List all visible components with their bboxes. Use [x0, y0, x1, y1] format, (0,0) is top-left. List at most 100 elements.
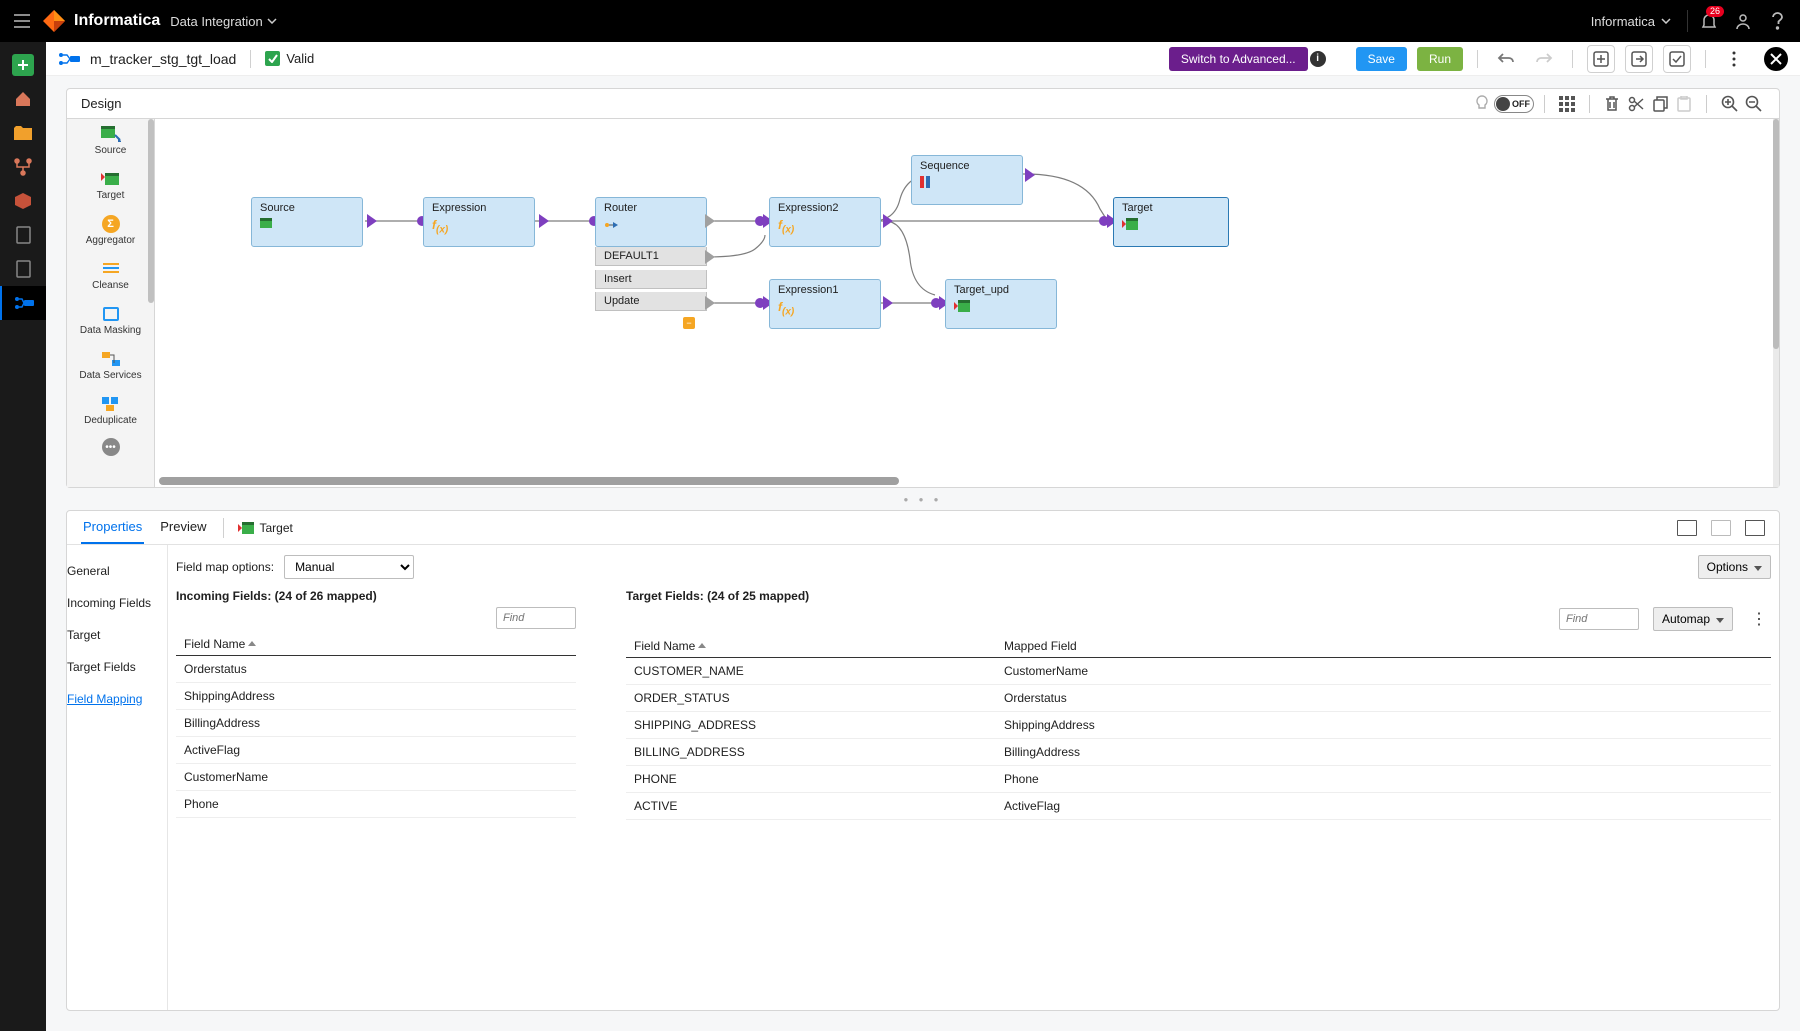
- layout-view-3[interactable]: [1745, 520, 1765, 536]
- redo-button[interactable]: [1530, 45, 1558, 73]
- node-expression1[interactable]: Expression1 f(x): [769, 279, 881, 329]
- node-expression[interactable]: Expression f(x): [423, 197, 535, 247]
- port-out[interactable]: [705, 214, 715, 228]
- side-target[interactable]: Target: [67, 619, 167, 651]
- copy-button[interactable]: [1648, 92, 1672, 116]
- target-row[interactable]: SHIPPING_ADDRESSShippingAddress: [626, 712, 1771, 739]
- pal-dataservices[interactable]: Data Services: [67, 344, 154, 389]
- canvas-vscrollbar[interactable]: [1773, 119, 1779, 349]
- rail-new[interactable]: [0, 48, 46, 82]
- node-sequence[interactable]: Sequence: [911, 155, 1023, 205]
- grid-button[interactable]: [1555, 92, 1579, 116]
- pal-target[interactable]: Target: [67, 164, 154, 209]
- node-source[interactable]: Source: [251, 197, 363, 247]
- rail-jobs-2[interactable]: [0, 252, 46, 286]
- switch-advanced-button[interactable]: Switch to Advanced...: [1169, 47, 1308, 71]
- node-expression2[interactable]: Expression2 f(x): [769, 197, 881, 247]
- router-group-insert[interactable]: Insert: [595, 270, 707, 289]
- automap-button[interactable]: Automap: [1653, 607, 1733, 631]
- pal-datamasking[interactable]: Data Masking: [67, 299, 154, 344]
- layout-view-2[interactable]: [1711, 520, 1731, 536]
- design-canvas[interactable]: Source Expression f(x): [155, 119, 1773, 487]
- router-group-default[interactable]: DEFAULT1: [595, 247, 707, 266]
- toggle-off[interactable]: OFF: [1494, 95, 1534, 113]
- target-row[interactable]: ACTIVEActiveFlag: [626, 793, 1771, 820]
- user-button[interactable]: [1726, 4, 1760, 38]
- hdr-validate[interactable]: [1663, 45, 1691, 73]
- side-general[interactable]: General: [67, 555, 167, 587]
- node-target-upd[interactable]: Target_upd: [945, 279, 1057, 329]
- org-switcher[interactable]: Informatica: [1591, 14, 1671, 29]
- hdr-tool-1[interactable]: [1587, 45, 1615, 73]
- find-incoming[interactable]: [496, 607, 576, 629]
- incoming-row[interactable]: ShippingAddress: [176, 683, 576, 710]
- rail-assets[interactable]: [0, 184, 46, 218]
- more-menu[interactable]: [1720, 45, 1748, 73]
- side-incoming[interactable]: Incoming Fields: [67, 587, 167, 619]
- palette-more[interactable]: •••: [102, 438, 120, 456]
- target-row[interactable]: CUSTOMER_NAMECustomerName: [626, 658, 1771, 685]
- pal-cleanse[interactable]: Cleanse: [67, 254, 154, 299]
- port-out[interactable]: [883, 296, 893, 310]
- pal-aggregator[interactable]: ΣAggregator: [67, 209, 154, 254]
- node-target[interactable]: Target: [1113, 197, 1229, 247]
- zoom-in-button[interactable]: [1717, 92, 1741, 116]
- target-more-menu[interactable]: ⋮: [1747, 609, 1771, 629]
- zoom-out-button[interactable]: [1741, 92, 1765, 116]
- hdr-tool-2[interactable]: [1625, 45, 1653, 73]
- port-out[interactable]: [539, 214, 549, 228]
- incoming-grid[interactable]: OrderstatusShippingAddressBillingAddress…: [176, 656, 576, 1000]
- router-group-update[interactable]: Update: [595, 292, 707, 311]
- port-out[interactable]: [367, 214, 377, 228]
- delete-button[interactable]: [1600, 92, 1624, 116]
- save-button[interactable]: Save: [1356, 47, 1407, 71]
- fmap-options-select[interactable]: Manual: [284, 555, 414, 579]
- product-switcher[interactable]: Data Integration: [170, 14, 277, 29]
- cut-button[interactable]: [1624, 92, 1648, 116]
- port-out[interactable]: [883, 214, 893, 228]
- rail-mapping-active[interactable]: [0, 286, 46, 320]
- port-out[interactable]: [705, 250, 715, 264]
- port-out[interactable]: [705, 296, 715, 310]
- port-out[interactable]: [1025, 168, 1035, 182]
- undo-button[interactable]: [1492, 45, 1520, 73]
- target-grid[interactable]: CUSTOMER_NAMECustomerNameORDER_STATUSOrd…: [626, 658, 1771, 1000]
- target-row[interactable]: ORDER_STATUSOrderstatus: [626, 685, 1771, 712]
- layout-view-1[interactable]: [1677, 520, 1697, 536]
- palette-scrollbar[interactable]: [148, 119, 154, 303]
- pal-deduplicate[interactable]: Deduplicate: [67, 389, 154, 434]
- tab-preview[interactable]: Preview: [158, 511, 208, 544]
- side-target-fields[interactable]: Target Fields: [67, 651, 167, 683]
- rail-explorer[interactable]: [0, 116, 46, 150]
- rail-home[interactable]: [0, 82, 46, 116]
- menu-toggle[interactable]: [6, 5, 38, 37]
- tab-properties[interactable]: Properties: [81, 511, 144, 544]
- incoming-row[interactable]: ActiveFlag: [176, 737, 576, 764]
- run-button[interactable]: Run: [1417, 47, 1463, 71]
- close-button[interactable]: [1764, 47, 1788, 71]
- panel-resize-handle[interactable]: ● ● ●: [66, 494, 1780, 504]
- options-button[interactable]: Options: [1698, 555, 1771, 579]
- th-field-name-left[interactable]: Field Name: [184, 637, 256, 651]
- find-target[interactable]: [1559, 608, 1639, 630]
- th-field-name-right[interactable]: Field Name: [634, 639, 1004, 653]
- rail-connections[interactable]: [0, 150, 46, 184]
- incoming-row[interactable]: Phone: [176, 791, 576, 818]
- th-mapped-field[interactable]: Mapped Field: [1004, 639, 1077, 653]
- target-row[interactable]: PHONEPhone: [626, 766, 1771, 793]
- notifications-button[interactable]: 26: [1692, 4, 1726, 38]
- info-icon[interactable]: i: [1310, 51, 1326, 67]
- incoming-row[interactable]: BillingAddress: [176, 710, 576, 737]
- target-row[interactable]: BILLING_ADDRESSBillingAddress: [626, 739, 1771, 766]
- incoming-row[interactable]: CustomerName: [176, 764, 576, 791]
- hint-toggle[interactable]: [1470, 92, 1494, 116]
- rail-jobs[interactable]: [0, 218, 46, 252]
- pal-source[interactable]: Source: [67, 119, 154, 164]
- help-button[interactable]: [1760, 4, 1794, 38]
- canvas-hscrollbar[interactable]: [159, 477, 899, 485]
- side-field-mapping[interactable]: Field Mapping: [67, 683, 167, 715]
- node-router[interactable]: Router: [595, 197, 707, 247]
- scissors-icon: [1628, 96, 1644, 112]
- incoming-row[interactable]: Orderstatus: [176, 656, 576, 683]
- router-collapse[interactable]: −: [683, 317, 695, 329]
